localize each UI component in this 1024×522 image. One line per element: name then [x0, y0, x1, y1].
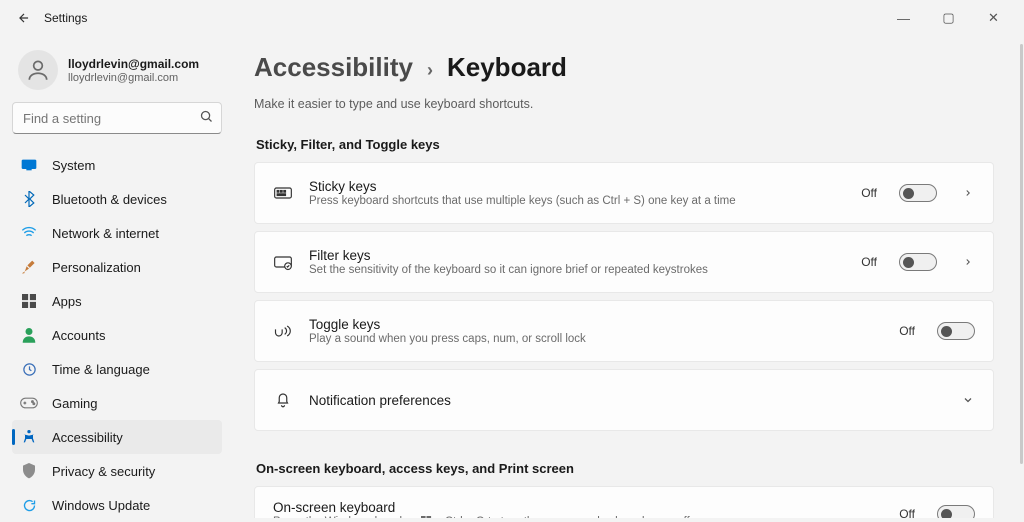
app-title: Settings	[44, 11, 87, 25]
window-controls: — ▢ ✕	[881, 2, 1016, 34]
sidebar-item-label: System	[52, 158, 95, 173]
section-label-2: On-screen keyboard, access keys, and Pri…	[256, 461, 994, 476]
breadcrumb-current: Keyboard	[447, 52, 567, 83]
page-subtitle: Make it easier to type and use keyboard …	[254, 97, 994, 111]
personalization-icon	[20, 258, 38, 276]
togglekeys-toggle[interactable]	[937, 322, 975, 340]
network-icon	[20, 224, 38, 242]
filter-toggle[interactable]	[899, 253, 937, 271]
chevron-down-icon	[961, 394, 975, 406]
account-text: lloydrlevin@gmail.com lloydrlevin@gmail.…	[68, 57, 199, 84]
titlebar: Settings — ▢ ✕	[0, 0, 1024, 36]
filter-keys-icon	[273, 252, 293, 272]
sidebar-item-label: Personalization	[52, 260, 141, 275]
time-icon	[20, 360, 38, 378]
system-icon	[20, 156, 38, 174]
row-notification-prefs[interactable]: Notification preferences	[255, 370, 993, 430]
filter-desc: Set the sensitivity of the keyboard so i…	[309, 264, 845, 276]
sidebar-item-label: Windows Update	[52, 498, 150, 513]
sidebar-item-accessibility[interactable]: Accessibility	[12, 420, 222, 454]
notif-title: Notification preferences	[309, 393, 937, 408]
sidebar-item-bluetooth[interactable]: Bluetooth & devices	[12, 182, 222, 216]
sidebar-item-update[interactable]: Windows Update	[12, 488, 222, 522]
togglekeys-title: Toggle keys	[309, 317, 883, 332]
sidebar-item-system[interactable]: System	[12, 148, 222, 182]
account-name: lloydrlevin@gmail.com	[68, 57, 199, 71]
breadcrumb-parent[interactable]: Accessibility	[254, 52, 413, 83]
osk-toggle[interactable]	[937, 505, 975, 518]
sidebar-item-label: Time & language	[52, 362, 150, 377]
filter-state: Off	[861, 255, 877, 269]
chevron-right-icon	[961, 257, 975, 267]
chevron-right-icon	[961, 188, 975, 198]
sticky-toggle[interactable]	[899, 184, 937, 202]
row-onscreen-keyboard[interactable]: On-screen keyboard Press the Windows log…	[255, 487, 993, 518]
scrollbar[interactable]	[1020, 44, 1023, 464]
sidebar-item-label: Network & internet	[52, 226, 159, 241]
sidebar-item-personalization[interactable]: Personalization	[12, 250, 222, 284]
search-wrap	[12, 102, 222, 134]
close-button[interactable]: ✕	[971, 2, 1016, 34]
sidebar-item-label: Gaming	[52, 396, 98, 411]
togglekeys-desc: Play a sound when you press caps, num, o…	[309, 333, 883, 345]
sticky-keys-icon	[273, 183, 293, 203]
row-toggle-keys[interactable]: Toggle keys Play a sound when you press …	[255, 301, 993, 361]
account-block[interactable]: lloydrlevin@gmail.com lloydrlevin@gmail.…	[18, 50, 222, 90]
breadcrumb-sep: ›	[427, 60, 433, 81]
sidebar-item-accounts[interactable]: Accounts	[12, 318, 222, 352]
sidebar-item-apps[interactable]: Apps	[12, 284, 222, 318]
sidebar-item-label: Privacy & security	[52, 464, 155, 479]
minimize-button[interactable]: —	[881, 2, 926, 34]
sidebar-item-label: Accounts	[52, 328, 105, 343]
osk-title: On-screen keyboard	[273, 500, 883, 515]
sidebar-item-label: Apps	[52, 294, 82, 309]
avatar	[18, 50, 58, 90]
bluetooth-icon	[20, 190, 38, 208]
row-sticky-keys[interactable]: Sticky keys Press keyboard shortcuts tha…	[255, 163, 993, 223]
togglekeys-state: Off	[899, 324, 915, 338]
sidebar-item-label: Accessibility	[52, 430, 123, 445]
privacy-icon	[20, 462, 38, 480]
sidebar-item-time[interactable]: Time & language	[12, 352, 222, 386]
nav: System Bluetooth & devices Network & inter…	[12, 148, 222, 522]
row-filter-keys[interactable]: Filter keys Set the sensitivity of the k…	[255, 232, 993, 292]
osk-state: Off	[899, 507, 915, 518]
accessibility-icon	[20, 428, 38, 446]
sticky-title: Sticky keys	[309, 179, 845, 194]
gaming-icon	[20, 394, 38, 412]
bell-icon	[273, 390, 293, 410]
sticky-desc: Press keyboard shortcuts that use multip…	[309, 195, 845, 207]
section-label-1: Sticky, Filter, and Toggle keys	[256, 137, 994, 152]
sidebar: lloydrlevin@gmail.com lloydrlevin@gmail.…	[0, 36, 234, 518]
search-icon	[199, 109, 214, 127]
sidebar-item-privacy[interactable]: Privacy & security	[12, 454, 222, 488]
update-icon	[20, 496, 38, 514]
apps-icon	[20, 292, 38, 310]
accounts-icon	[20, 326, 38, 344]
sidebar-item-network[interactable]: Network & internet	[12, 216, 222, 250]
filter-title: Filter keys	[309, 248, 845, 263]
maximize-button[interactable]: ▢	[926, 2, 971, 34]
sidebar-item-gaming[interactable]: Gaming	[12, 386, 222, 420]
back-button[interactable]	[14, 8, 34, 28]
sidebar-item-label: Bluetooth & devices	[52, 192, 167, 207]
search-input[interactable]	[12, 102, 222, 134]
breadcrumb: Accessibility › Keyboard	[254, 52, 994, 83]
sticky-state: Off	[861, 186, 877, 200]
toggle-keys-icon	[273, 321, 293, 341]
account-email: lloydrlevin@gmail.com	[68, 72, 199, 84]
content: Accessibility › Keyboard Make it easier …	[234, 36, 1024, 518]
